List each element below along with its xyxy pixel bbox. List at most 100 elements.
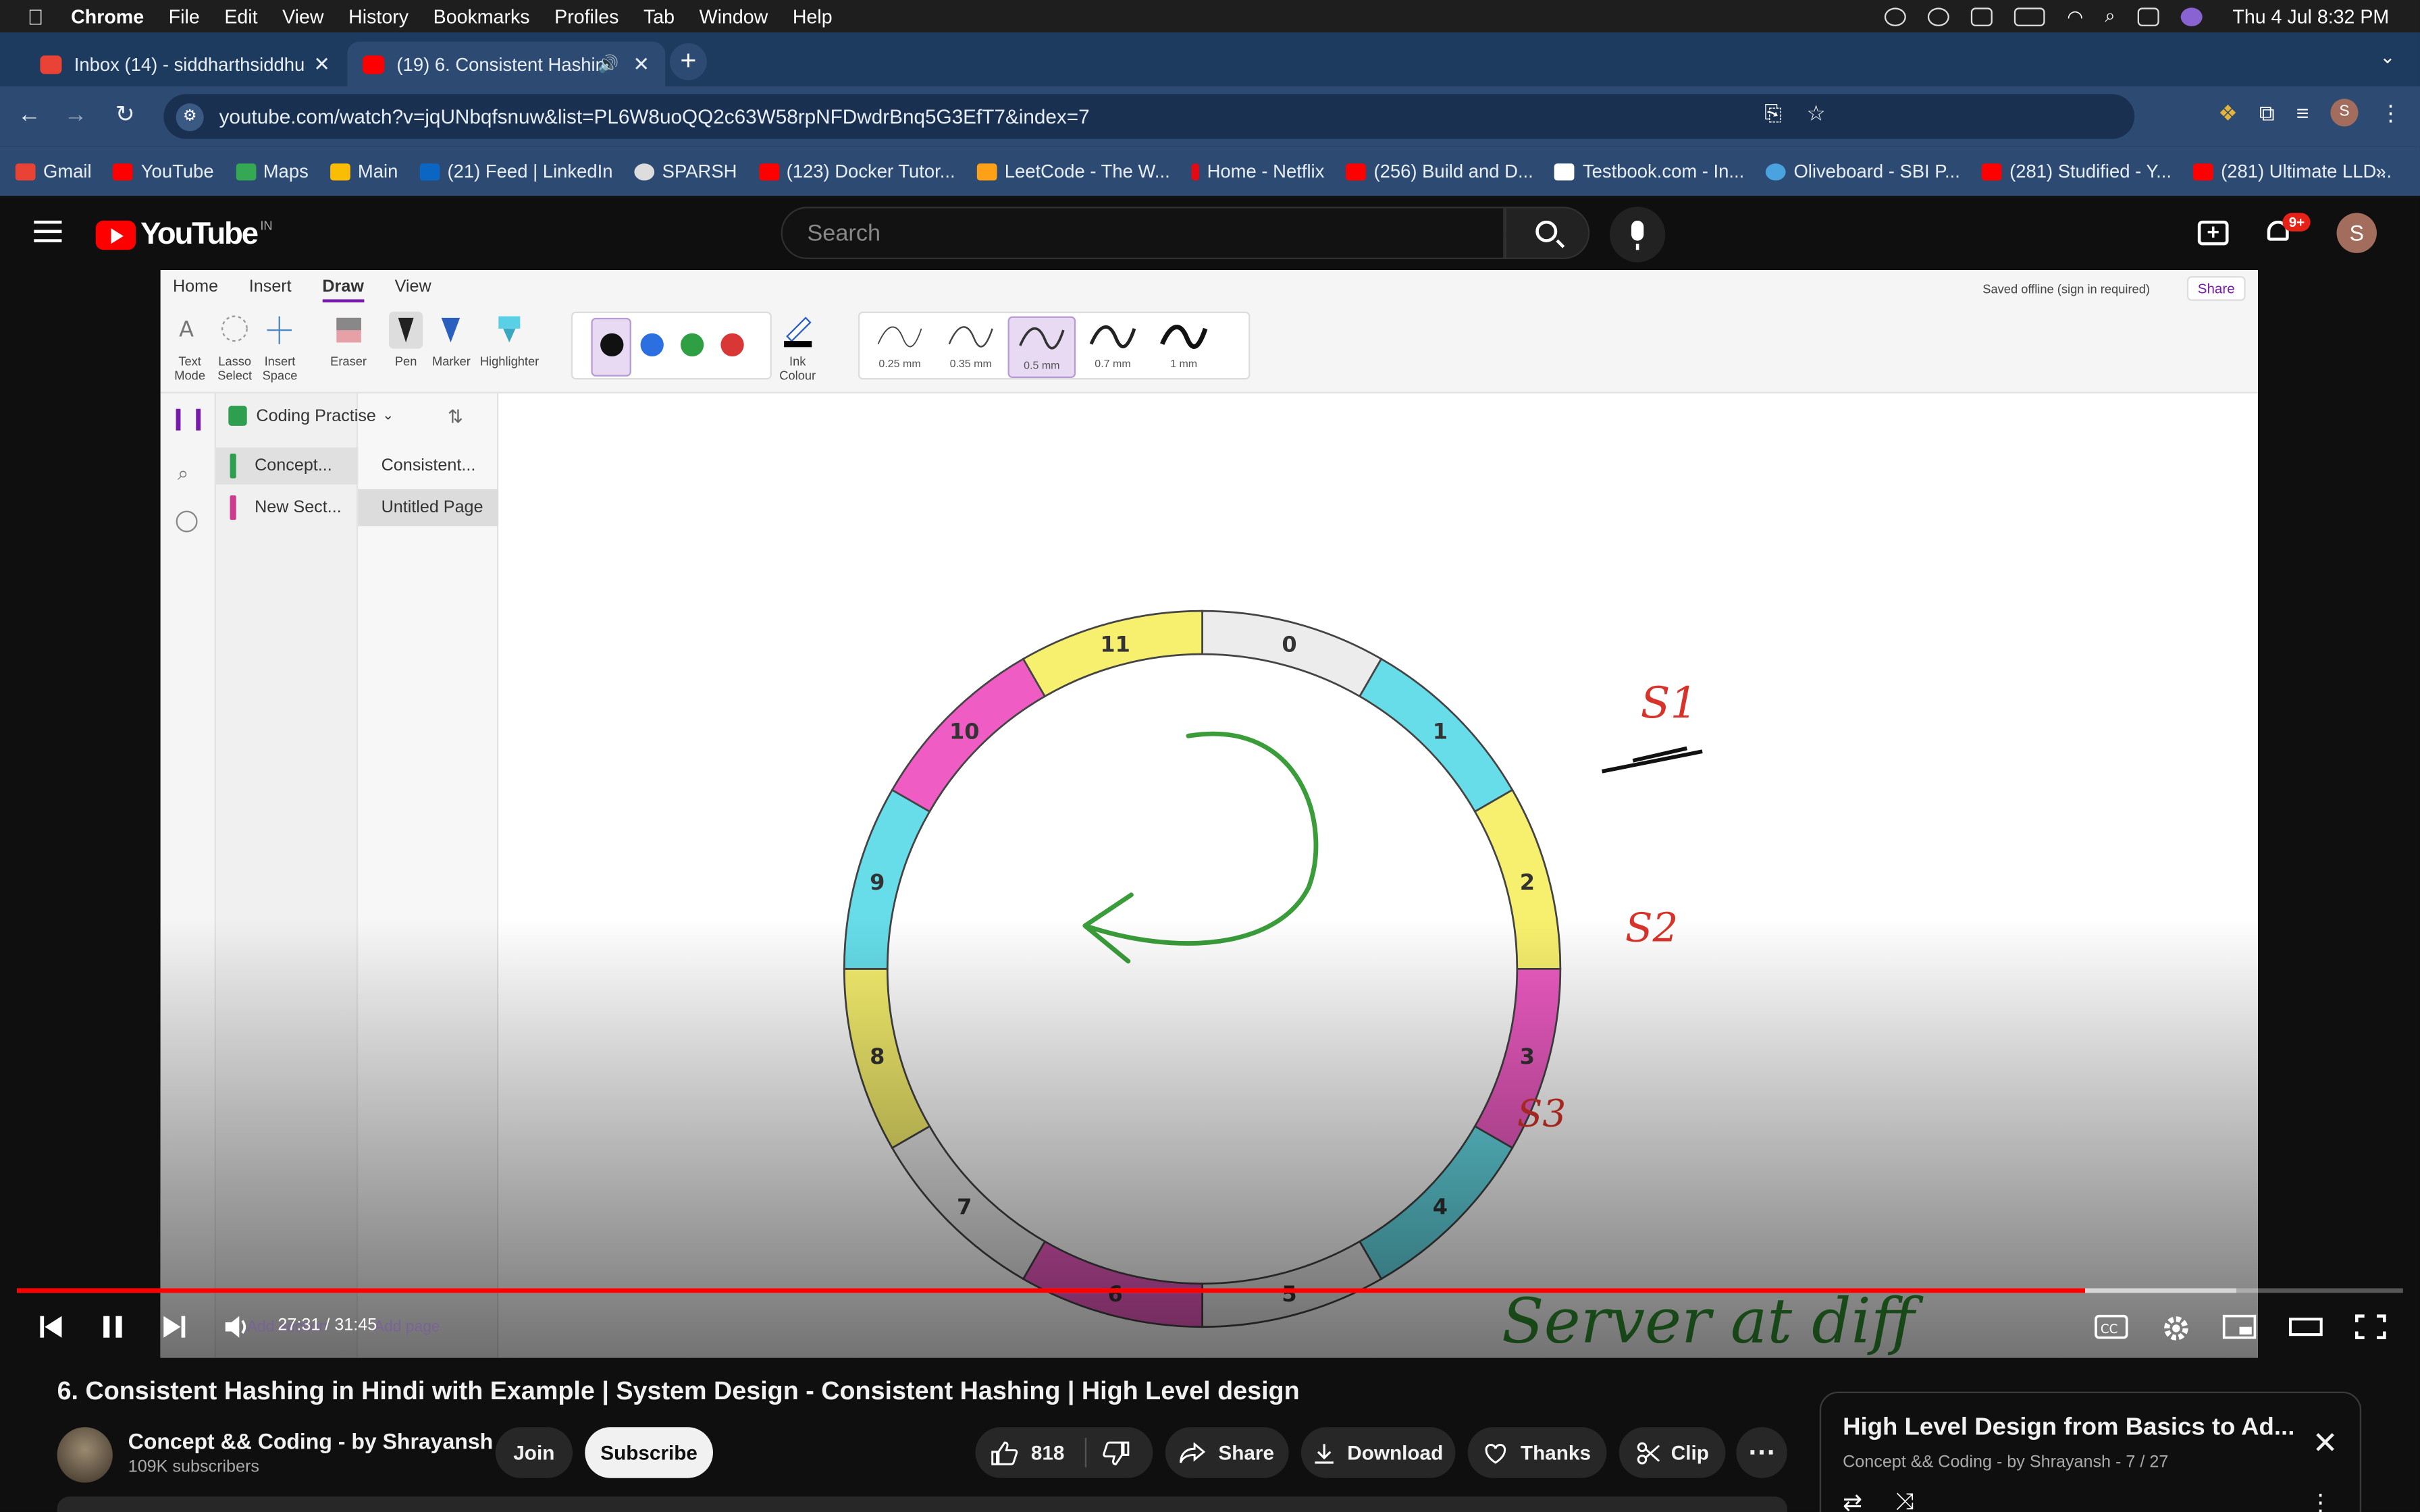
back-button[interactable]: ← bbox=[12, 99, 46, 132]
menu-help[interactable]: Help bbox=[793, 5, 833, 27]
bookmark-studified[interactable]: (281) Studified - Y... bbox=[1981, 161, 2172, 182]
profile-avatar[interactable]: S bbox=[2330, 99, 2359, 127]
search-button[interactable] bbox=[1504, 207, 1590, 259]
download-button[interactable]: Download bbox=[1300, 1427, 1456, 1478]
siri-icon[interactable] bbox=[2180, 7, 2202, 26]
thanks-button[interactable]: Thanks bbox=[1467, 1427, 1607, 1478]
menu-edit[interactable]: Edit bbox=[224, 5, 257, 27]
menu-app[interactable]: Chrome bbox=[71, 5, 144, 27]
address-bar[interactable]: ⚙ youtube.com/watch?v=jqUNbqfsnuw&list=P… bbox=[163, 94, 2135, 139]
chrome-menu-icon[interactable]: ⋮ bbox=[2380, 99, 2402, 126]
playlist-menu-icon[interactable]: ⋮ bbox=[2309, 1489, 2332, 1512]
url-text[interactable]: youtube.com/watch?v=jqUNbqfsnuw&list=PL6… bbox=[219, 105, 1090, 128]
thumbs-up-icon bbox=[991, 1440, 1018, 1465]
onenote-share-button: Share bbox=[2186, 276, 2246, 301]
menu-view[interactable]: View bbox=[282, 5, 323, 27]
battery-icon[interactable] bbox=[2014, 7, 2046, 26]
tab-gmail[interactable]: Inbox (14) - siddharthsiddhu8 ✕ bbox=[25, 42, 346, 86]
close-tab-icon[interactable]: ✕ bbox=[633, 52, 650, 77]
previous-button[interactable] bbox=[37, 1313, 65, 1344]
account-avatar[interactable]: S bbox=[2336, 213, 2377, 253]
tab-youtube[interactable]: (19) 6. Consistent Hashing 🔊 ✕ bbox=[347, 41, 666, 86]
more-actions-button[interactable]: ⋯ bbox=[1736, 1427, 1787, 1478]
search-input[interactable]: Search bbox=[781, 207, 1505, 259]
create-video-icon[interactable]: + bbox=[2197, 220, 2229, 246]
share-button[interactable]: Share bbox=[1165, 1427, 1289, 1478]
headphones-icon[interactable] bbox=[1885, 7, 1907, 26]
bookmark-main[interactable]: Main bbox=[330, 161, 398, 182]
mute-button[interactable] bbox=[222, 1313, 253, 1344]
reload-button[interactable]: ↻ bbox=[108, 99, 142, 132]
miniplayer-button[interactable] bbox=[2222, 1313, 2257, 1344]
apple-menu-icon[interactable]:  bbox=[18, 4, 52, 29]
theater-mode-button[interactable] bbox=[2288, 1313, 2323, 1344]
channel-name[interactable]: Concept && Coding - by Shrayansh bbox=[128, 1429, 493, 1454]
color-extension-icon[interactable]: ❖ bbox=[2218, 99, 2238, 126]
bookmark-linkedin[interactable]: (21) Feed | LinkedIn bbox=[419, 161, 613, 182]
eraser-icon bbox=[336, 317, 361, 343]
bookmark-maps[interactable]: Maps bbox=[235, 161, 309, 182]
chevron-down-icon: ⌄ bbox=[382, 407, 394, 423]
bookmark-testbook[interactable]: Testbook.com - In... bbox=[1554, 161, 1744, 182]
bookmark-oliveboard[interactable]: Oliveboard - SBI P... bbox=[1766, 161, 1960, 182]
voice-search-button[interactable] bbox=[1609, 207, 1666, 263]
channel-avatar[interactable] bbox=[57, 1427, 113, 1483]
video-player[interactable]: Home Insert Draw View Saved offline (sig… bbox=[160, 269, 2258, 1358]
notifications-bell-icon[interactable]: 9+ bbox=[2264, 213, 2311, 247]
guide-menu-icon[interactable] bbox=[34, 220, 62, 242]
captions-button[interactable]: CC bbox=[2095, 1313, 2128, 1344]
marker-icon bbox=[442, 317, 461, 343]
youtube-logo[interactable]: YouTube IN bbox=[95, 217, 273, 253]
shuffle-playlist-icon[interactable]: ⤨ bbox=[1895, 1489, 1914, 1512]
menu-bookmarks[interactable]: Bookmarks bbox=[433, 5, 530, 27]
wifi-icon[interactable]: ◠ bbox=[2067, 5, 2083, 27]
color-swatch-red bbox=[720, 333, 744, 356]
close-playlist-icon[interactable]: ✕ bbox=[2313, 1424, 2338, 1463]
new-tab-button[interactable]: + bbox=[669, 43, 707, 80]
bookmark-ultimate-lld[interactable]: (281) Ultimate LLD... bbox=[2192, 161, 2392, 182]
bookmark-gmail[interactable]: Gmail bbox=[15, 161, 92, 182]
bookmark-youtube[interactable]: YouTube bbox=[113, 161, 214, 182]
tab-title: Inbox (14) - siddharthsiddhu8 bbox=[74, 53, 306, 75]
pause-button[interactable] bbox=[99, 1313, 126, 1344]
clock[interactable]: Thu 4 Jul 8:32 PM bbox=[2232, 5, 2389, 27]
ring-number: 6 bbox=[1107, 1281, 1122, 1307]
play-status-icon[interactable] bbox=[1928, 7, 1950, 26]
media-controls-icon[interactable]: ≡ bbox=[2296, 101, 2309, 126]
close-tab-icon[interactable]: ✕ bbox=[313, 52, 330, 77]
bookmark-leetcode[interactable]: LeetCode - The W... bbox=[976, 161, 1170, 182]
fullscreen-button[interactable] bbox=[2354, 1313, 2388, 1344]
loop-playlist-icon[interactable]: ⇄ bbox=[1843, 1489, 1862, 1512]
bookmark-netflix[interactable]: Home - Netflix bbox=[1191, 161, 1324, 182]
settings-button[interactable] bbox=[2159, 1313, 2193, 1344]
menu-file[interactable]: File bbox=[169, 5, 200, 27]
next-button[interactable] bbox=[161, 1313, 188, 1344]
join-button[interactable]: Join bbox=[495, 1427, 573, 1478]
spotlight-search-icon[interactable]: ⌕ bbox=[2105, 5, 2115, 28]
menu-profiles[interactable]: Profiles bbox=[554, 5, 619, 27]
extensions-puzzle-icon[interactable]: ⧉ bbox=[2259, 99, 2275, 126]
site-info-icon[interactable]: ⚙ bbox=[176, 102, 204, 131]
bookmark-docker[interactable]: (123) Docker Tutor... bbox=[758, 161, 955, 182]
ring-number: 11 bbox=[1100, 632, 1130, 657]
clip-button[interactable]: Clip bbox=[1619, 1427, 1726, 1478]
menu-history[interactable]: History bbox=[348, 5, 409, 27]
subscribe-button[interactable]: Subscribe bbox=[585, 1427, 713, 1478]
display-icon[interactable] bbox=[1971, 7, 1993, 26]
menu-window[interactable]: Window bbox=[700, 5, 768, 27]
color-swatch-black bbox=[600, 333, 624, 356]
bookmark-star-icon[interactable]: ☆ bbox=[1806, 101, 1826, 127]
forward-button[interactable]: → bbox=[59, 99, 93, 132]
like-button[interactable]: 818 bbox=[991, 1440, 1064, 1465]
played-bar[interactable] bbox=[17, 1288, 2085, 1293]
audio-playing-icon[interactable]: 🔊 bbox=[598, 54, 619, 74]
more-bookmarks-icon[interactable]: » bbox=[2375, 161, 2386, 182]
bookmark-sparsh[interactable]: SPARSH bbox=[634, 161, 737, 182]
install-app-icon[interactable]: ⎘ bbox=[1764, 101, 1782, 127]
menu-tab[interactable]: Tab bbox=[643, 5, 675, 27]
bookmark-build[interactable]: (256) Build and D... bbox=[1346, 161, 1533, 182]
playlist-title[interactable]: High Level Design from Basics to Ad... bbox=[1843, 1415, 2294, 1442]
control-center-icon[interactable] bbox=[2136, 7, 2159, 26]
tab-search-chevron-icon[interactable]: ⌄ bbox=[2379, 47, 2395, 68]
dislike-button[interactable] bbox=[1102, 1441, 1130, 1470]
